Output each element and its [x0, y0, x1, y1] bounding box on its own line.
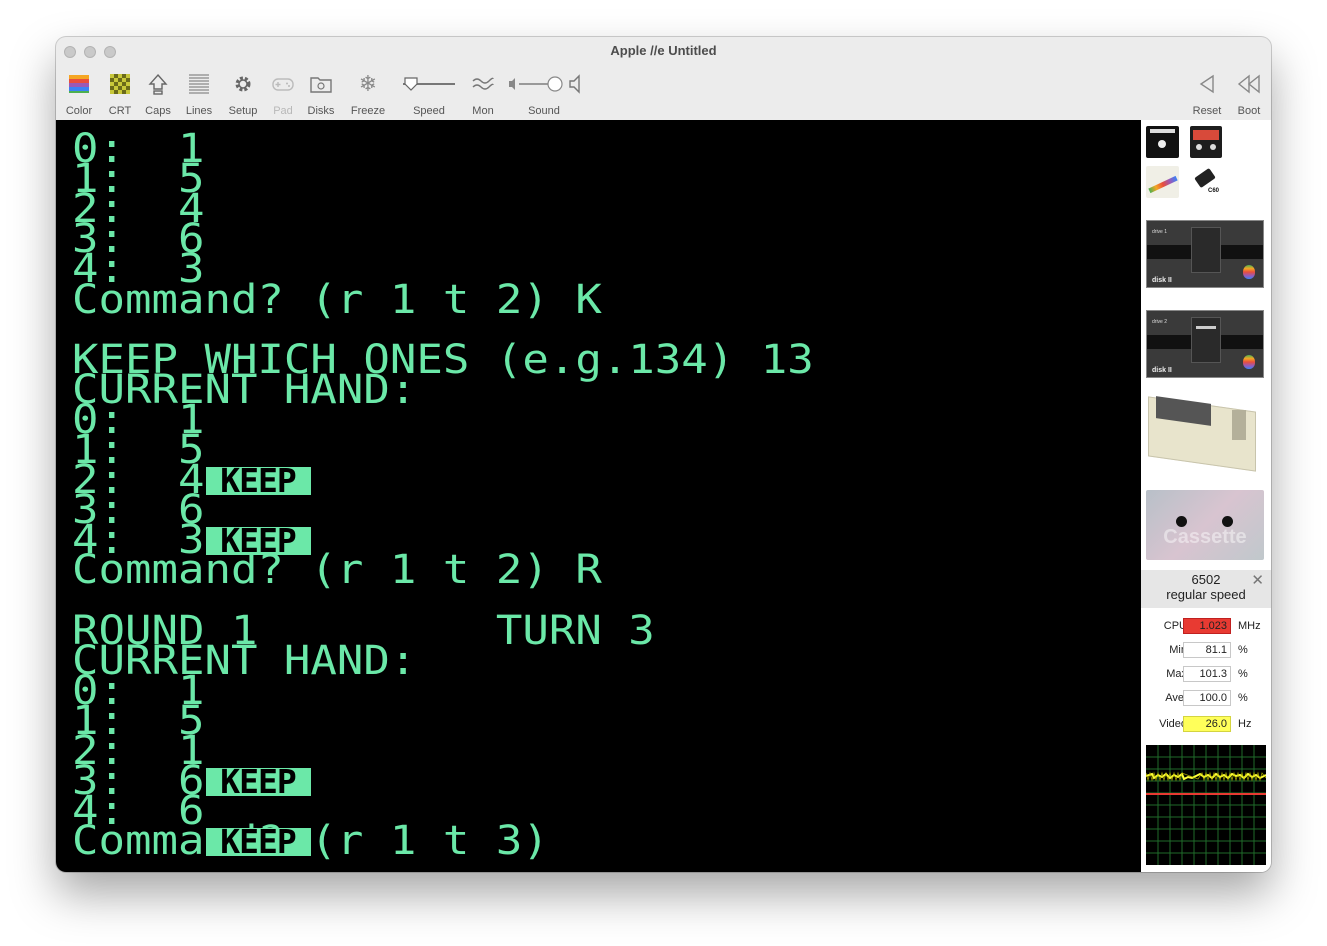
speed-label: Speed: [413, 105, 445, 117]
apple-logo-icon: [1243, 265, 1255, 279]
screen-line: Command? (r 1 t 2) K: [72, 276, 602, 323]
reset-label: Reset: [1192, 105, 1222, 117]
ave-unit: %: [1238, 692, 1248, 704]
keep-marker: KEEP: [205, 464, 311, 497]
freeze-button[interactable]: ❄ Freeze: [348, 71, 388, 118]
emulator-window: Apple //e Untitled Color CRT Caps Lines …: [56, 37, 1271, 872]
video-row: Video 26.0 Hz: [1141, 716, 1271, 734]
disk-drive-2[interactable]: drive 2 disk II: [1146, 310, 1264, 378]
setup-button[interactable]: Setup: [226, 71, 260, 117]
c60-tape-thumbnail[interactable]: C60: [1190, 166, 1222, 198]
color-button[interactable]: Color: [62, 71, 96, 117]
scanlines-icon: [182, 71, 216, 97]
screen-line: Command? (r 1 t 2) R: [72, 547, 602, 594]
caps-lock-arrow-icon: [141, 71, 175, 97]
ave-value: 100.0: [1183, 690, 1231, 706]
snowflake-icon: ❄: [358, 71, 378, 97]
mon-label: Mon: [472, 105, 494, 117]
drive-1-brand: disk II: [1152, 277, 1172, 284]
crt-label: CRT: [108, 105, 132, 117]
pad-button[interactable]: Pad: [266, 71, 300, 117]
sound-label: Sound: [528, 105, 560, 117]
waveform-icon: [466, 71, 500, 97]
max-value: 101.3: [1183, 666, 1231, 682]
keep-marker: KEEP: [205, 825, 311, 858]
max-unit: %: [1238, 668, 1248, 680]
boot-label: Boot: [1237, 105, 1261, 117]
floppy-disk-thumbnail[interactable]: [1146, 126, 1179, 158]
apple-logo-icon: [1243, 355, 1255, 369]
performance-graph: [1145, 745, 1267, 865]
gear-icon: [226, 71, 260, 97]
caps-label: Caps: [145, 105, 171, 117]
printer-buttons: [1232, 410, 1246, 440]
title-bar: Apple //e Untitled: [56, 37, 1271, 65]
disk-ii-box-thumbnail[interactable]: [1146, 166, 1179, 198]
min-row: Min 81.1 %: [1141, 642, 1271, 660]
tape-reel-left: [1196, 144, 1202, 150]
cassette-label: Cassette: [1163, 526, 1247, 548]
cpu-unit: MHz: [1238, 620, 1261, 632]
video-value: 26.0: [1183, 716, 1231, 732]
min-value: 81.1: [1183, 642, 1231, 658]
disks-button[interactable]: Disks: [304, 71, 338, 117]
gamepad-icon: [266, 71, 300, 97]
drive-2-brand: disk II: [1152, 367, 1172, 374]
c60-cassette-shape: [1194, 167, 1216, 189]
tape-label: [1193, 130, 1219, 140]
speed-slider[interactable]: Speed: [399, 71, 459, 117]
cpu-value: 1.023: [1183, 618, 1231, 634]
disks-label: Disks: [307, 105, 335, 117]
peripheral-sidebar: C60 drive 1 disk II drive 2 disk II Cass…: [1141, 120, 1271, 872]
floppy-hub: [1158, 140, 1166, 148]
speed-slider-track-icon: [399, 71, 459, 97]
toolbar: Color CRT Caps Lines Setup Pad Disks ❄ F…: [56, 65, 1271, 120]
video-unit: Hz: [1238, 718, 1252, 730]
caps-button[interactable]: Caps: [141, 71, 175, 117]
ave-row: Ave. 100.0 %: [1141, 690, 1271, 708]
reset-button[interactable]: Reset: [1190, 71, 1224, 117]
drive-2-door: [1191, 317, 1221, 363]
c60-label: C60: [1208, 188, 1220, 194]
crt-button[interactable]: CRT: [103, 71, 137, 117]
lines-button[interactable]: Lines: [182, 71, 216, 117]
drive-1-label: drive 1: [1152, 229, 1168, 235]
cpu-row: CPU 1.023 MHz: [1141, 618, 1271, 636]
apple-ii-screen[interactable]: 0: 1 1: 5 2: 4 3: 6 4: 3 Command? (r 1 t 2) K…: [56, 120, 1141, 872]
cpu-panel-header: 6502 regular speed ✕: [1141, 570, 1271, 608]
min-unit: %: [1238, 644, 1248, 656]
lines-label: Lines: [185, 105, 213, 117]
keep-marker: KEEP: [205, 765, 311, 798]
freeze-label: Freeze: [350, 105, 386, 117]
window-title: Apple //e Untitled: [610, 43, 717, 58]
close-icon[interactable]: ✕: [1251, 571, 1264, 589]
cpu-speed-mode: regular speed: [1166, 587, 1246, 602]
setup-label: Setup: [228, 105, 258, 117]
pad-label: Pad: [273, 105, 293, 117]
tape-reel-right: [1210, 144, 1216, 150]
disk-drive-1[interactable]: drive 1 disk II: [1146, 220, 1264, 288]
boot-double-triangle-icon: [1232, 71, 1266, 97]
boot-button[interactable]: Boot: [1232, 71, 1266, 117]
crt-checker-icon: [103, 71, 137, 97]
cassette-recorder-thumbnail[interactable]: Cassette: [1146, 490, 1264, 560]
drive-1-door: [1191, 227, 1221, 273]
drive-2-latch: [1196, 326, 1216, 329]
max-row: Max 101.3 %: [1141, 666, 1271, 684]
floppy-label-strip: [1150, 129, 1175, 133]
drive-2-label: drive 2: [1152, 319, 1168, 325]
sound-volume-icon: [504, 71, 584, 97]
folder-icon: [304, 71, 338, 97]
color-label: Color: [65, 105, 93, 117]
cassette-tape-thumbnail[interactable]: [1190, 126, 1222, 158]
monitor-button[interactable]: Mon: [466, 71, 500, 117]
printer-thumbnail[interactable]: [1146, 396, 1264, 476]
sound-slider[interactable]: Sound: [504, 71, 584, 117]
rainbow-stripe: [1148, 175, 1178, 194]
reset-triangle-icon: [1190, 71, 1224, 97]
color-stripes-icon: [62, 71, 96, 97]
